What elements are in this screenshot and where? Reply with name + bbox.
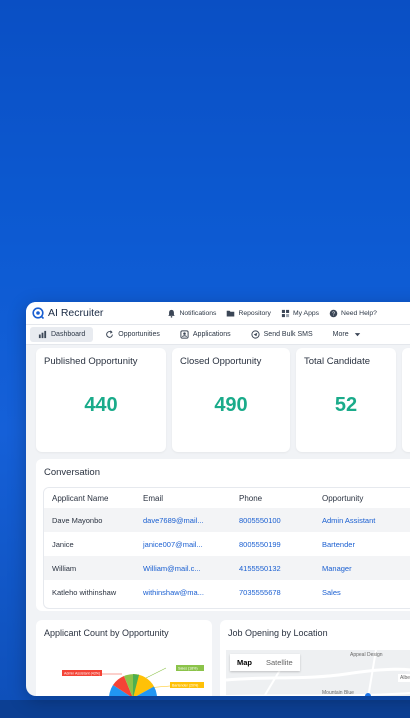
bar-chart-icon	[38, 330, 47, 339]
satellite-button[interactable]: Satellite	[259, 654, 300, 671]
map-type-toggle: Map Satellite	[230, 654, 300, 671]
column-header[interactable]: Phone	[231, 488, 314, 508]
applicant-name: William	[44, 556, 135, 580]
tab-dashboard-label: Dashboard	[51, 331, 86, 338]
repository-label: Repository	[238, 309, 271, 317]
phone-link[interactable]: 4155550132	[231, 556, 314, 580]
stat-card-total-candidate[interactable]: Total Candidate 52	[296, 348, 396, 452]
column-header[interactable]: Opportunity	[314, 488, 410, 508]
table-row[interactable]: Janice janice007@mail... 8005550199 Bart…	[44, 532, 410, 556]
tab-applications-label: Applications	[192, 331, 231, 338]
tab-dashboard[interactable]: Dashboard	[30, 327, 94, 342]
top-bar: AI Recruiter Notifications Repository My…	[26, 302, 410, 325]
need-help-button[interactable]: ? Need Help?	[329, 309, 377, 318]
tab-opportunities[interactable]: Opportunities	[97, 327, 168, 342]
stat-card-published[interactable]: Published Opportunity 440	[36, 348, 166, 452]
opportunity-link[interactable]: Manager	[314, 556, 410, 580]
svg-text:?: ?	[332, 311, 335, 317]
tab-more-label: More	[332, 331, 349, 338]
legend-label-bartender: Bartender (20%)	[172, 684, 198, 688]
stat-title: Closed Opportunity	[180, 356, 262, 367]
applicant-name: Dave Mayonbo	[44, 508, 135, 532]
my-apps-button[interactable]: My Apps	[281, 309, 319, 318]
email-link[interactable]: William@mail.c...	[135, 556, 231, 580]
tab-applications[interactable]: Applications	[172, 327, 239, 342]
phone-link[interactable]: 7035555678	[231, 580, 314, 604]
job-location-panel: Job Opening by Location Map Satellite Ap…	[220, 620, 410, 696]
email-link[interactable]: janice007@mail...	[135, 532, 231, 556]
stat-value: 490	[214, 394, 248, 416]
stat-card-closed[interactable]: Closed Opportunity 490	[172, 348, 290, 452]
folder-icon	[227, 310, 235, 317]
my-apps-label: My Apps	[292, 309, 320, 317]
applicant-count-panel: Applicant Count by Opportunity Admin Ass…	[36, 620, 212, 696]
apps-icon	[281, 309, 290, 317]
applicant-name: Janice	[52, 539, 74, 549]
applications-icon	[180, 330, 189, 339]
legend-label-admin: Admin Assistant (43%)	[64, 672, 100, 676]
table-row[interactable]: Katleho withinshaw withinshaw@ma... 7035…	[44, 580, 410, 604]
legend-label-sales: Sales (18%)	[178, 667, 198, 671]
phone-link[interactable]: 8005550199	[231, 532, 314, 556]
logo-icon	[32, 307, 44, 319]
map-place-label: Mountain Blue	[322, 690, 354, 696]
job-location-title: Job Opening by Location	[228, 628, 328, 638]
stats-cards: Published Opportunity 440 Closed Opportu…	[36, 348, 410, 452]
map-place-label: Alberta, CA 33	[398, 674, 410, 682]
phone-link[interactable]: 8005550100	[231, 508, 314, 532]
stat-title: Total Candidate	[304, 356, 371, 367]
email-link[interactable]: withinshaw@ma...	[135, 580, 231, 604]
applicant-name: Katleho withinshaw	[52, 587, 117, 597]
brand[interactable]: AI Recruiter	[32, 307, 103, 319]
opportunity-link[interactable]: Admin Assistant	[314, 508, 410, 532]
tab-opportunities-label: Opportunities	[118, 331, 160, 338]
table-row[interactable]: Dave Mayonbo dave7689@mail... 8005550100…	[44, 508, 410, 532]
nav-bar: Dashboard Opportunities Applications Sen…	[26, 325, 410, 345]
conversation-title: Conversation	[44, 467, 100, 478]
refresh-icon	[106, 330, 114, 338]
tab-more[interactable]: More	[325, 327, 370, 342]
bottom-band	[0, 700, 410, 718]
stat-title: Published Opportunity	[44, 356, 138, 367]
table-row[interactable]: William William@mail.c... 4155550132 Man…	[44, 556, 410, 580]
caret-down-icon	[354, 333, 360, 337]
app-window: AI Recruiter Notifications Repository My…	[26, 302, 410, 696]
column-header[interactable]: Applicant Name	[44, 488, 135, 508]
tab-send-bulk-sms-label: Send Bulk SMS	[263, 331, 313, 338]
map-place-label: Appeal Design	[350, 652, 383, 658]
need-help-label: Need Help?	[341, 309, 377, 317]
conversation-panel: Conversation Applicant Name Email Phone …	[36, 459, 410, 611]
notifications-label: Notifications	[179, 309, 217, 317]
bell-icon	[168, 309, 176, 318]
table-header: Applicant Name Email Phone Opportunity	[44, 488, 410, 508]
notifications-button[interactable]: Notifications	[167, 309, 216, 318]
tab-send-bulk-sms[interactable]: Send Bulk SMS	[243, 327, 321, 342]
help-icon: ?	[329, 309, 338, 317]
conversation-table: Applicant Name Email Phone Opportunity D…	[43, 487, 410, 609]
sms-icon	[251, 330, 260, 339]
email-link[interactable]: dave7689@mail...	[135, 508, 231, 532]
repository-button[interactable]: Repository	[226, 309, 271, 318]
opportunity-link[interactable]: Bartender	[314, 532, 410, 556]
map-button[interactable]: Map	[230, 654, 259, 671]
location-map[interactable]: Map Satellite Appeal Design Alberta, CA …	[226, 650, 410, 696]
applicant-pie-chart: Admin Assistant (43%) Sales (18%) Barten…	[62, 665, 204, 696]
stat-value: 440	[84, 394, 118, 416]
app-name: AI Recruiter	[48, 307, 104, 319]
column-header[interactable]: Email	[135, 488, 231, 508]
opportunity-link[interactable]: Sales	[314, 580, 410, 604]
stat-value: 52	[334, 394, 358, 416]
stat-card-partial	[402, 348, 410, 452]
